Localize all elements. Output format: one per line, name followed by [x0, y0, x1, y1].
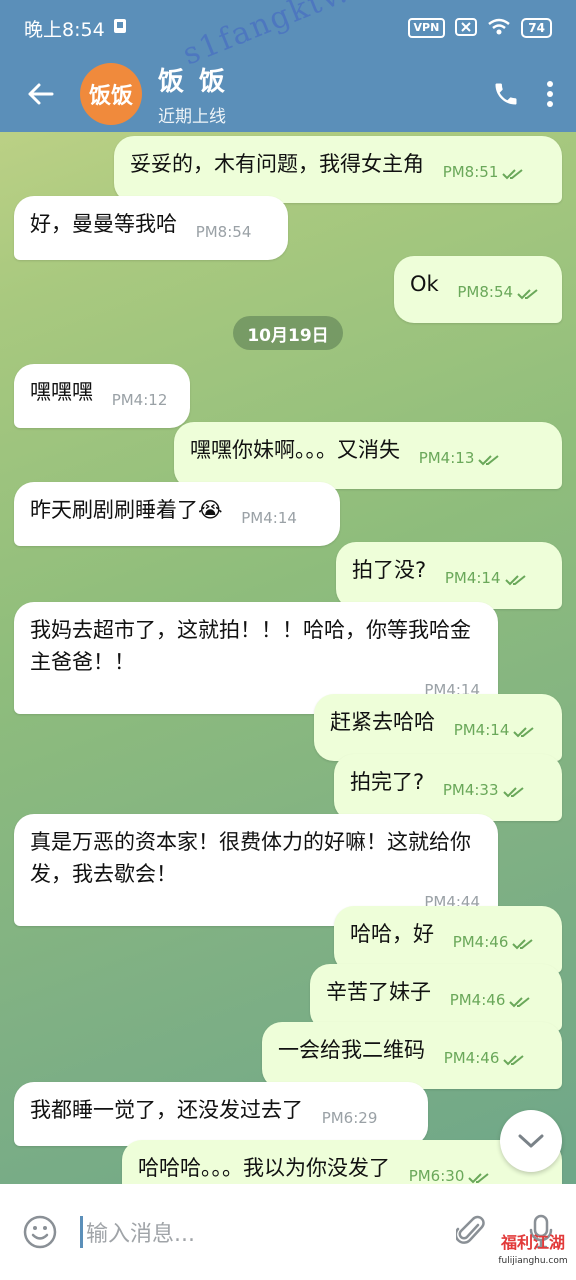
- double-check-icon: [509, 987, 531, 1019]
- double-check-icon: [517, 279, 539, 311]
- smile-icon: [23, 1215, 57, 1249]
- status-left: 晚上8:54: [24, 15, 127, 42]
- wifi-icon: [487, 18, 511, 39]
- back-button[interactable]: [0, 56, 80, 132]
- message-text: Ok: [410, 272, 439, 296]
- status-time: 晚上8:54: [24, 18, 105, 41]
- message-bubble[interactable]: 妥妥的，木有问题，我得女主角 PM8:51: [114, 136, 562, 203]
- double-check-icon: [468, 1163, 490, 1184]
- message-bubble[interactable]: 我都睡一觉了，还没发过去了 PM6:29: [14, 1082, 428, 1146]
- message-text: 嘿嘿你妹啊。。。又消失: [190, 438, 400, 462]
- message-bubble[interactable]: 拍完了? PM4:33: [334, 754, 562, 821]
- message-text: 真是万恶的资本家！很费体力的好嘛！这就给你发，我去歇会！: [30, 830, 471, 886]
- brand-watermark-url: fulijianghu.com: [498, 1256, 568, 1266]
- battery-icon: 74: [521, 18, 552, 38]
- scroll-to-bottom-button[interactable]: [500, 1110, 562, 1172]
- text-caret: [80, 1216, 83, 1248]
- message-time: PM4:14: [454, 714, 536, 749]
- chat-title-block[interactable]: 饭 饭 近期上线: [158, 61, 492, 127]
- message-text: 哈哈，好: [350, 922, 434, 946]
- message-time: PM4:14: [241, 509, 297, 527]
- message-bubble[interactable]: 一会给我二维码 PM4:46: [262, 1022, 562, 1089]
- call-button[interactable]: [492, 80, 520, 108]
- message-text: 昨天刷剧刷睡着了😭: [30, 498, 223, 522]
- message-bubble[interactable]: 昨天刷剧刷睡着了😭 PM4:14: [14, 482, 340, 546]
- arrow-left-icon: [28, 83, 54, 105]
- more-vertical-icon: [547, 81, 553, 107]
- double-check-icon: [504, 565, 527, 597]
- message-text: 拍完了?: [350, 770, 425, 794]
- double-check-icon: [478, 445, 500, 477]
- message-bubble[interactable]: 拍了没? PM4:14: [336, 542, 562, 609]
- chat-name: 饭 饭: [158, 67, 229, 97]
- notification-icon: [113, 17, 127, 39]
- brand-watermark-name: 福利江湖: [500, 1233, 565, 1252]
- message-input[interactable]: 输入消息...: [80, 1202, 436, 1262]
- message-bubble[interactable]: 赶紧去哈哈 PM4:14: [314, 694, 562, 761]
- message-time: PM4:46: [450, 984, 532, 1019]
- message-bubble[interactable]: 好，曼曼等我哈 PM8:54: [14, 196, 288, 260]
- message-bubble[interactable]: Ok PM8:54: [394, 256, 562, 323]
- message-input-placeholder: 输入消息...: [86, 1222, 195, 1247]
- composer-bar: 输入消息...: [0, 1184, 576, 1280]
- avatar[interactable]: 饭饭: [80, 63, 142, 125]
- message-text: 赶紧去哈哈: [330, 710, 435, 734]
- message-bubble[interactable]: 哈哈，好 PM4:46: [334, 906, 562, 973]
- message-bubble[interactable]: 嘿嘿嘿 PM4:12: [14, 364, 190, 428]
- message-text: 我都睡一觉了，还没发过去了: [30, 1098, 303, 1122]
- message-time: PM4:13: [419, 442, 501, 477]
- message-text: 嘿嘿嘿: [30, 380, 93, 404]
- emoji-button[interactable]: [0, 1215, 80, 1249]
- message-time: PM8:54: [195, 223, 252, 241]
- message-time: PM8:51: [443, 156, 525, 191]
- message-bubble[interactable]: 嘿嘿你妹啊。。。又消失 PM4:13: [174, 422, 562, 489]
- double-check-icon: [502, 777, 525, 809]
- double-check-icon: [512, 929, 534, 961]
- message-text: 辛苦了妹子: [326, 980, 431, 1004]
- chat-last-seen: 近期上线: [158, 107, 226, 127]
- chat-header: 饭饭 饭 饭 近期上线: [0, 56, 576, 132]
- message-text: 妥妥的，木有问题，我得女主角: [130, 152, 424, 176]
- chevron-down-icon: [518, 1134, 544, 1148]
- status-bar: 晚上8:54 VPN 74: [0, 0, 576, 56]
- message-bubble[interactable]: 哈哈哈。。。我以为你没发了 PM6:30: [122, 1140, 562, 1184]
- message-list[interactable]: 妥妥的，木有问题，我得女主角 PM8:51 好，曼曼等我哈 PM8:54 Ok …: [0, 132, 576, 1184]
- double-check-icon: [503, 1045, 525, 1077]
- message-time: PM4:46: [453, 926, 535, 961]
- double-check-icon: [502, 159, 524, 191]
- message-time: PM6:29: [321, 1109, 378, 1127]
- message-text: 拍了没?: [352, 558, 427, 582]
- message-time: PM4:46: [444, 1042, 526, 1077]
- message-time: PM4:12: [111, 391, 168, 409]
- message-time: PM4:14: [445, 562, 527, 597]
- brand-watermark: 福利江湖 fulijianghu.com: [492, 1234, 574, 1270]
- paperclip-icon: [456, 1215, 485, 1244]
- message-time: PM8:54: [457, 276, 539, 311]
- status-right: VPN 74: [407, 17, 552, 39]
- vpn-icon: VPN: [407, 18, 446, 38]
- message-text: 好，曼曼等我哈: [30, 212, 177, 236]
- header-actions: [492, 80, 576, 108]
- date-divider: 10月19日: [233, 316, 343, 350]
- message-text: 我妈去超市了，这就拍！！！哈哈，你等我哈金主爸爸！！: [30, 618, 471, 674]
- message-time: PM4:33: [443, 774, 525, 809]
- message-text: 一会给我二维码: [278, 1038, 425, 1062]
- message-time: PM6:30: [409, 1160, 491, 1184]
- double-check-icon: [513, 717, 535, 749]
- message-text: 哈哈哈。。。我以为你没发了: [138, 1156, 390, 1180]
- more-menu-button[interactable]: [546, 80, 554, 108]
- message-bubble[interactable]: 辛苦了妹子 PM4:46: [310, 964, 562, 1031]
- sim-off-icon: [455, 17, 478, 39]
- phone-icon: [495, 83, 517, 105]
